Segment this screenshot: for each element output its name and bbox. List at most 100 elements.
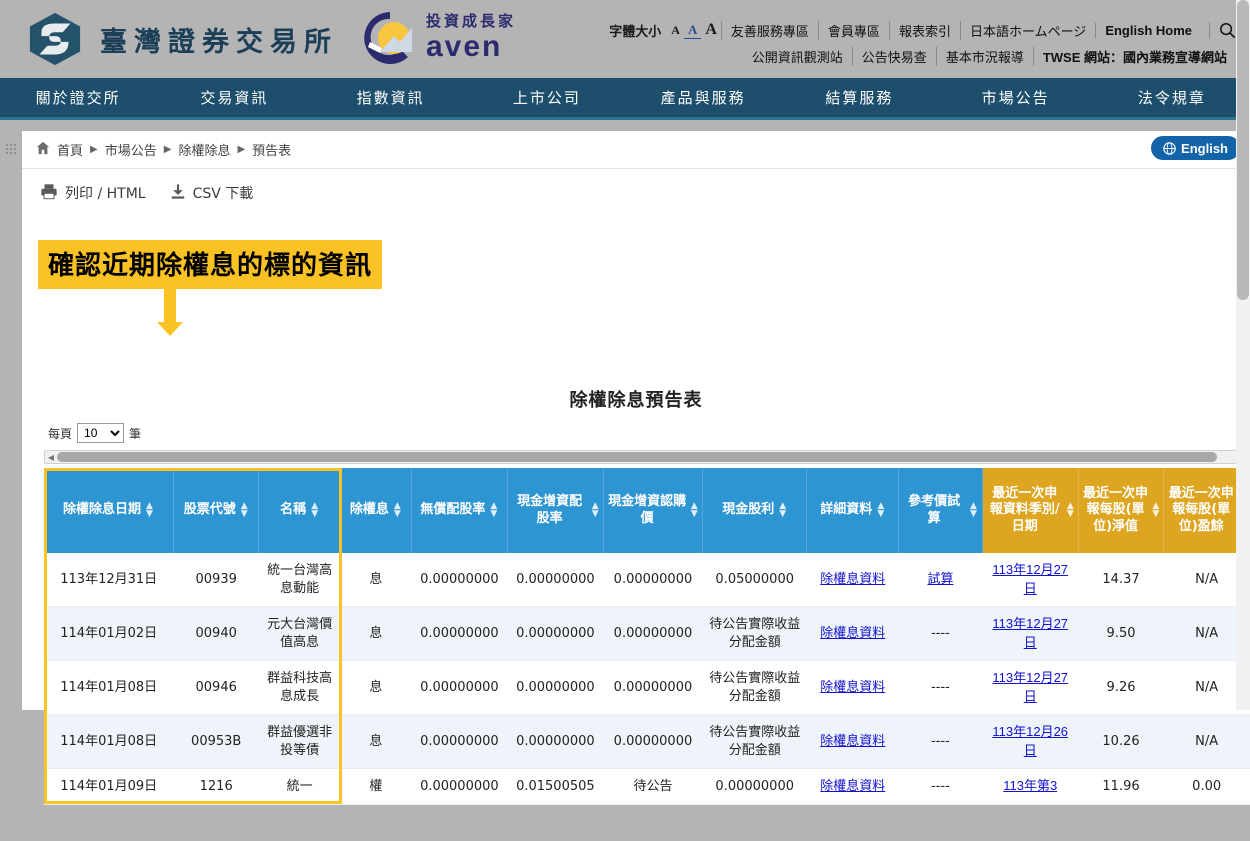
cell-dividend-type: 息 [340,553,412,608]
cell-cash-dividend: 0.00000000 [702,768,807,805]
home-icon[interactable] [36,141,50,158]
sort-updown-icon: ▲▼ [1152,501,1160,519]
th-name[interactable]: 名稱 ▲ ▼ [258,468,341,553]
th-label: 無償配股率 [420,502,486,518]
breadcrumb-item-market-announcements[interactable]: 市場公告 [105,140,157,159]
sort-updown-icon: ▲▼ [1066,501,1074,519]
nav-item-clearing-services[interactable]: 結算服務 [781,87,937,108]
breadcrumb-item-home[interactable]: 首頁 [57,140,83,159]
cell-free-share-ratio: 0.00000000 [411,606,508,662]
english-toggle-button[interactable]: English [1151,136,1240,160]
sort-updown-icon: ▲▼ [240,501,248,519]
utility-row-2: 公開資訊觀測站 公告快易查 基本市況報導 TWSE 網站：國內業務宣導網站 [609,46,1236,66]
page-size-select[interactable]: 102550100 [77,423,125,443]
table-horizontal-scrollbar[interactable]: ◀ ▶ [44,450,1250,464]
last-report-link[interactable]: 113年12月27日 [992,562,1068,596]
th-ex-dividend-date[interactable]: 除權除息日期 ▲ ▼ [44,468,174,553]
th-stock-code[interactable]: 股票代號 ▲ ▼ [173,468,260,553]
util-link-japanese-home[interactable]: 日本語ホームページ [959,20,1095,40]
reference-price-calc-placeholder: ---- [931,778,950,794]
th-dividend-type[interactable]: 除權息 ▲ ▼ [340,468,412,553]
util-link-report-index[interactable]: 報表索引 [888,20,960,40]
cell-detail-link[interactable]: 除權息資料 [806,714,899,770]
last-report-link[interactable]: 113年第3 [1003,778,1057,793]
nav-item-products-services[interactable]: 產品與服務 [625,87,781,108]
cell-cash-capital-share-ratio: 0.00000000 [507,714,604,770]
util-link-friendly-service[interactable]: 友善服務專區 [720,20,818,40]
page-scrollbar-thumb[interactable] [1237,0,1249,300]
th-label: 最近一次申報每股(單位)盈餘 [1168,486,1234,534]
drag-handle-page[interactable] [5,143,17,155]
page-vertical-scrollbar[interactable] [1236,0,1250,710]
cell-last-report[interactable]: 113年12月27日 [982,553,1079,608]
font-size-small-button[interactable]: A [667,23,684,38]
font-size-label: 字體大小 [609,24,662,40]
cell-detail-link[interactable]: 除權息資料 [806,768,899,805]
th-cash-capital-subscription-price[interactable]: 現金增資認購價 ▲ ▼ [603,468,704,553]
aven-logo-icon [364,12,412,64]
th-cash-dividend[interactable]: 現金股利 ▲ ▼ [702,468,808,553]
cell-last-report[interactable]: 113年12月26日 [982,714,1079,770]
last-report-link[interactable]: 113年12月27日 [992,616,1068,650]
last-report-link[interactable]: 113年12月26日 [992,724,1068,758]
th-label: 現金增資配股率 [517,494,583,526]
cell-cash-dividend: 待公告實際收益分配金額 [702,660,807,716]
cell-last-report[interactable]: 113年12月27日 [982,660,1079,716]
reference-price-calc-placeholder: ---- [931,679,950,695]
csv-download-button[interactable]: CSV 下載 [170,183,254,203]
th-last-report-nav-per-share[interactable]: 最近一次申報每股(單位)淨值 ▲ ▼ [1078,468,1165,553]
util-link-twse-sites-dropdown[interactable]: TWSE 網站：國內業務宣導網站 [1032,46,1236,66]
print-html-label: 列印 / HTML [65,186,146,202]
cell-detail-link[interactable]: 除權息資料 [806,553,899,608]
reference-price-calc-link[interactable]: 試算 [927,572,953,587]
util-link-english-home[interactable]: English Home [1095,22,1201,38]
cell-ex-dividend-date: 114年01月02日 [44,606,174,662]
cell-stock-code: 00940 [173,606,259,662]
detail-data-link[interactable]: 除權息資料 [820,779,885,794]
scrollbar-track[interactable] [57,452,1237,462]
th-label: 現金股利 [722,502,775,518]
util-link-announcement-search[interactable]: 公告快易查 [851,46,936,66]
detail-data-link[interactable]: 除權息資料 [820,626,885,641]
cell-calc-link[interactable]: 試算 [898,553,983,608]
cell-detail-link[interactable]: 除權息資料 [806,606,899,662]
th-last-report-quarter-date[interactable]: 最近一次申報資料季別/日期 ▲ ▼ [982,468,1079,553]
partner-logo-aven[interactable]: 投資成長家 aven [360,8,516,68]
th-detail-data[interactable]: 詳細資料 ▲ ▼ [806,468,900,553]
cell-cash-capital-subscription-price: 待公告 [603,768,703,805]
cell-eps: 0.00 [1163,768,1250,805]
cell-last-report[interactable]: 113年12月27日 [982,606,1079,662]
th-reference-price-calc[interactable]: 參考價試算 ▲ ▼ [898,468,983,553]
printer-icon [40,183,58,203]
cell-detail-link[interactable]: 除權息資料 [806,660,899,716]
search-icon[interactable] [1209,21,1236,39]
th-cash-capital-share-ratio[interactable]: 現金增資配股率 ▲ ▼ [507,468,604,553]
th-free-share-ratio[interactable]: 無償配股率 ▲ ▼ [411,468,508,553]
last-report-link[interactable]: 113年12月27日 [992,670,1068,704]
scrollbar-thumb[interactable] [57,452,1217,462]
font-size-large-button[interactable]: A [701,21,721,39]
util-link-market-report[interactable]: 基本市況報導 [935,46,1033,66]
table-toolbar: 列印 / HTML CSV 下載 [22,169,1250,217]
nav-item-trading-info[interactable]: 交易資訊 [156,87,312,108]
nav-item-market-announcements[interactable]: 市場公告 [938,87,1094,108]
twse-logo[interactable]: 臺灣證券交易所 [26,11,338,67]
nav-item-about[interactable]: 關於證交所 [0,87,156,108]
detail-data-link[interactable]: 除權息資料 [820,572,885,587]
print-html-button[interactable]: 列印 / HTML [40,183,146,203]
nav-item-index-info[interactable]: 指數資訊 [313,87,469,108]
breadcrumb-item-ex-dividend[interactable]: 除權除息 [178,140,230,159]
nav-item-laws-regulations[interactable]: 法令規章 [1094,87,1250,108]
cell-last-report[interactable]: 113年第3 [982,768,1079,805]
font-size-medium-button[interactable]: A [683,22,702,39]
csv-download-label: CSV 下載 [192,186,254,202]
scroll-left-arrow-icon[interactable]: ◀ [45,453,57,462]
globe-icon [1163,141,1176,155]
util-link-mops[interactable]: 公開資訊觀測站 [743,47,852,66]
util-link-member-zone[interactable]: 會員專區 [817,20,889,40]
cell-dividend-type: 權 [340,768,412,805]
cell-cash-capital-share-ratio: 0.00000000 [507,660,604,716]
nav-item-listed-companies[interactable]: 上市公司 [469,87,625,108]
detail-data-link[interactable]: 除權息資料 [820,680,885,695]
detail-data-link[interactable]: 除權息資料 [820,734,885,749]
